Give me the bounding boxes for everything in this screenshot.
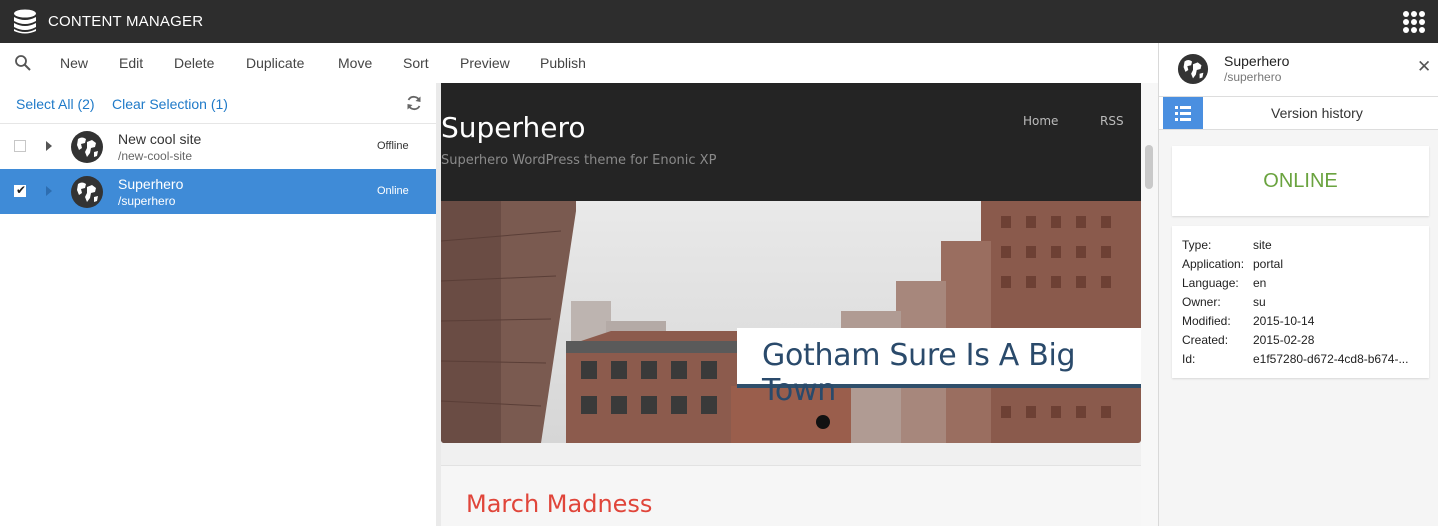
details-header: Superhero /superhero ✕: [1159, 43, 1438, 96]
hero-image: Gotham Sure Is A Big Town: [441, 201, 1141, 443]
status-label: Online: [377, 185, 409, 197]
scrollbar-thumb[interactable]: [1145, 145, 1153, 189]
site-title[interactable]: Superhero: [441, 111, 586, 144]
refresh-icon[interactable]: [405, 94, 423, 112]
site-preview: Superhero Superhero WordPress theme for …: [441, 83, 1141, 526]
hero-caption: Gotham Sure Is A Big Town: [737, 328, 1141, 408]
app-header: CONTENT MANAGER: [0, 0, 1438, 43]
new-button[interactable]: New: [60, 55, 88, 71]
details-name: Superhero: [1224, 53, 1290, 69]
clear-selection-link[interactable]: Clear Selection (1): [112, 96, 228, 112]
content-path: /superhero: [118, 194, 176, 208]
details-tabs: Version history: [1159, 96, 1438, 130]
close-icon[interactable]: ✕: [1417, 57, 1431, 77]
nav-rss[interactable]: RSS: [1100, 114, 1124, 128]
search-icon[interactable]: [14, 54, 32, 72]
expand-icon[interactable]: [46, 141, 52, 151]
duplicate-button[interactable]: Duplicate: [246, 55, 304, 71]
details-path: /superhero: [1224, 70, 1282, 84]
details-panel: Superhero /superhero ✕ Version history O…: [1158, 43, 1438, 526]
list-icon[interactable]: [1163, 97, 1203, 129]
nav-home[interactable]: Home: [1023, 114, 1058, 128]
globe-icon: [71, 131, 103, 163]
property-application: Application: portal: [1182, 257, 1284, 271]
property-type: Type: site: [1182, 238, 1272, 252]
property-modified: Modified: 2015-10-14: [1182, 314, 1315, 328]
sort-button[interactable]: Sort: [403, 55, 429, 71]
status-label: Offline: [377, 140, 409, 152]
post-preview: March Madness: [441, 465, 1141, 526]
publish-button[interactable]: Publish: [540, 55, 586, 71]
preview-button[interactable]: Preview: [460, 55, 510, 71]
status-card: ONLINE: [1172, 146, 1429, 216]
expand-icon[interactable]: [46, 186, 52, 196]
edit-button[interactable]: Edit: [119, 55, 143, 71]
post-title[interactable]: March Madness: [466, 490, 652, 518]
content-row-superhero[interactable]: ✔ Superhero /superhero Online: [0, 169, 436, 214]
database-icon: [14, 9, 36, 34]
row-checkbox[interactable]: ✔: [14, 183, 27, 197]
property-id: Id: e1f57280-d672-4cd8-b674-...: [1182, 352, 1409, 366]
globe-icon: [1177, 53, 1209, 85]
move-button[interactable]: Move: [338, 55, 372, 71]
content-name: Superhero: [118, 176, 184, 192]
content-path: /new-cool-site: [118, 149, 193, 163]
hero-caption-text: Gotham Sure Is A Big Town: [762, 338, 1076, 408]
carousel-indicator[interactable]: [816, 415, 830, 429]
site-header: Superhero Superhero WordPress theme for …: [441, 83, 1141, 201]
content-toolbar: New Edit Delete Duplicate Move Sort Prev…: [0, 43, 1158, 83]
property-language: Language: en: [1182, 276, 1267, 290]
select-all-link[interactable]: Select All (2): [16, 96, 95, 112]
online-status: ONLINE: [1263, 170, 1338, 192]
globe-icon: [71, 176, 103, 208]
delete-button[interactable]: Delete: [174, 55, 214, 71]
property-created: Created: 2015-02-28: [1182, 333, 1315, 347]
content-row-new-cool-site[interactable]: New cool site /new-cool-site Offline: [0, 124, 436, 169]
tab-version-history[interactable]: Version history: [1271, 105, 1363, 121]
property-owner: Owner: su: [1182, 295, 1266, 309]
apps-grid-icon[interactable]: [1403, 11, 1425, 33]
site-subtitle: Superhero WordPress theme for Enonic XP: [441, 153, 717, 168]
row-checkbox[interactable]: [14, 140, 26, 152]
app-title: CONTENT MANAGER: [48, 13, 204, 30]
checkmark-icon: ✔: [16, 183, 27, 197]
properties-card: Type: site Application: portal Language: en…: [1172, 226, 1429, 378]
content-name: New cool site: [118, 131, 202, 147]
preview-scrollbar[interactable]: [1141, 83, 1158, 526]
selection-bar: Select All (2) Clear Selection (1): [0, 83, 436, 124]
